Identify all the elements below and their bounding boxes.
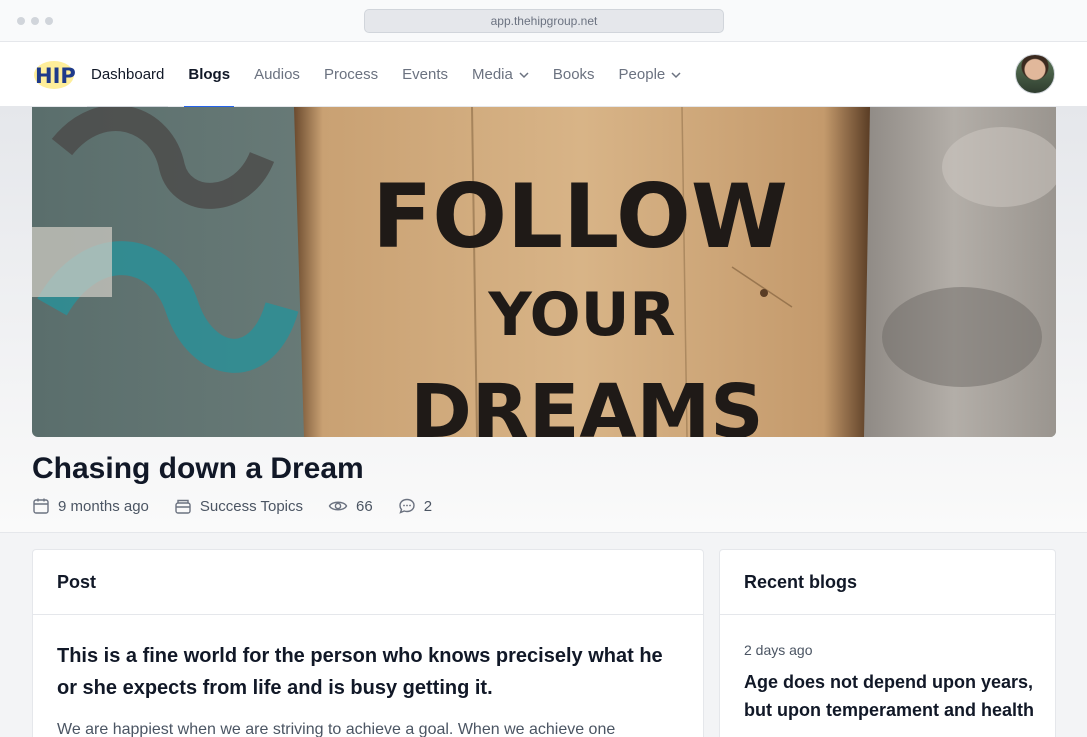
- user-avatar[interactable]: [1015, 54, 1055, 94]
- nav-item-books[interactable]: Books: [553, 42, 595, 107]
- nav-item-audios[interactable]: Audios: [254, 42, 300, 107]
- hip-logo[interactable]: HIP: [32, 56, 76, 92]
- meta-date: 9 months ago: [32, 497, 149, 515]
- nav-item-process[interactable]: Process: [324, 42, 378, 107]
- post-body: We are happiest when we are striving to …: [57, 721, 616, 737]
- nav-menu: Dashboard Blogs Audios Process Events Me…: [86, 42, 705, 108]
- post-card-title: Post: [57, 571, 97, 592]
- calendar-icon: [33, 498, 49, 514]
- meta-comments[interactable]: 2: [398, 497, 432, 515]
- nav-label: Media: [471, 66, 513, 83]
- window-dot[interactable]: [31, 17, 39, 25]
- sign-line: YOUR: [487, 280, 675, 350]
- meta-category[interactable]: Success Topics: [174, 497, 303, 515]
- nav-item-blogs[interactable]: Blogs: [184, 42, 234, 108]
- chevron-down-icon: [671, 71, 681, 78]
- nav-item-people[interactable]: People: [619, 42, 682, 107]
- folder-icon: [175, 499, 191, 514]
- recent-blog-date: 2 days ago: [744, 642, 813, 658]
- post-card: Post This is a fine world for the person…: [32, 549, 704, 737]
- browser-chrome: app.thehipgroup.net: [0, 0, 1087, 42]
- post-meta: 9 months ago Success Topics 66 2: [32, 497, 457, 515]
- meta-views: 66: [328, 497, 373, 515]
- recent-blogs-card: Recent blogs 2 days ago Age does not dep…: [719, 549, 1056, 737]
- nav-label: Events: [402, 66, 448, 83]
- meta-comments-count: 2: [423, 497, 433, 515]
- chevron-down-icon: [519, 71, 529, 78]
- nav-item-dashboard[interactable]: Dashboard: [86, 42, 169, 108]
- hero-image: FOLLOW YOUR DREAMS: [32, 107, 1056, 437]
- nav-label: Books: [552, 66, 595, 83]
- post-lead: This is a fine world for the person who …: [57, 645, 663, 699]
- nav-item-events[interactable]: Events: [402, 42, 448, 107]
- window-dot[interactable]: [45, 17, 53, 25]
- meta-date-text: 9 months ago: [58, 497, 149, 515]
- post-title: Chasing down a Dream: [32, 452, 364, 485]
- sign-line: DREAMS: [410, 369, 763, 437]
- eye-icon: [328, 501, 348, 511]
- nav-label: Process: [323, 66, 379, 83]
- recent-blogs-title: Recent blogs: [744, 571, 858, 592]
- nav-item-media[interactable]: Media: [472, 42, 529, 107]
- nav-label: Audios: [254, 66, 300, 83]
- post-card-header: Post: [33, 550, 703, 615]
- recent-blogs-header: Recent blogs: [720, 550, 1055, 615]
- sign-line: FOLLOW: [372, 165, 788, 268]
- window-dot[interactable]: [17, 17, 25, 25]
- nav-label: Dashboard: [91, 66, 165, 83]
- nav-label: People: [618, 66, 666, 83]
- url-bar[interactable]: app.thehipgroup.net: [364, 9, 724, 33]
- meta-category-text: Success Topics: [199, 497, 304, 515]
- recent-blog-title[interactable]: Age does not depend upon years, but upon…: [744, 668, 1034, 724]
- window-controls: [17, 17, 53, 25]
- comment-icon: [399, 498, 415, 514]
- post-header: FOLLOW YOUR DREAMS Chasing down a Dream …: [0, 107, 1087, 533]
- top-navbar: HIP Dashboard Blogs Audios Process Event…: [0, 42, 1087, 108]
- logo-text: HIP: [35, 64, 76, 88]
- nav-label: Blogs: [188, 66, 231, 83]
- meta-views-count: 66: [356, 497, 373, 515]
